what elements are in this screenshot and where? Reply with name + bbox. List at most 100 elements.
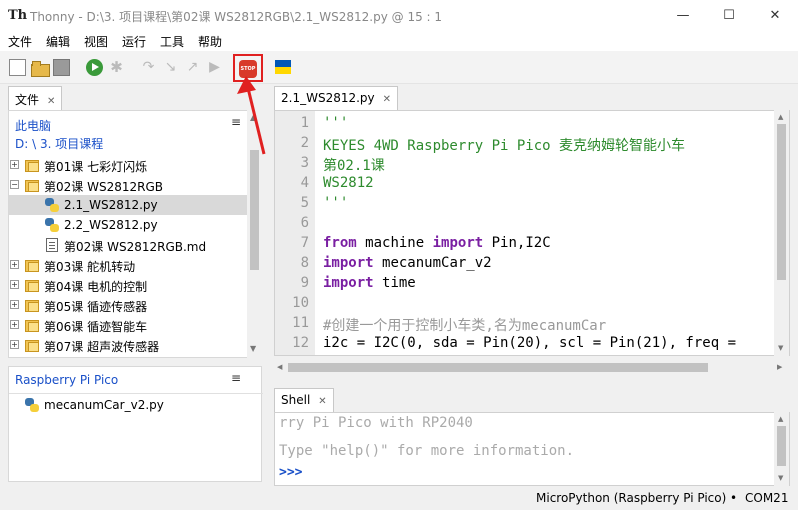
save-icon[interactable] <box>53 59 70 76</box>
tree-item[interactable]: + 第07课 超声波传感器 <box>9 335 247 355</box>
scroll-down-icon[interactable]: ▼ <box>778 344 783 352</box>
shell-scrollbar[interactable]: ▲ ▼ <box>774 412 789 486</box>
line-number: 10 <box>292 295 309 311</box>
expand-icon[interactable]: + <box>10 160 19 169</box>
editor-vertical-scrollbar[interactable]: ▲ ▼ <box>774 110 789 356</box>
device-title[interactable]: Raspberry Pi Pico <box>15 373 118 387</box>
location-computer[interactable]: 此电脑 <box>15 117 51 134</box>
device-file-item[interactable]: mecanumCar_v2.py <box>9 395 247 415</box>
editor-horizontal-scrollbar[interactable]: ◀ ▶ <box>274 360 790 375</box>
editor-tab-strip: 2.1_WS2812.py ✕ <box>270 84 798 110</box>
line-number: 5 <box>300 195 309 211</box>
tab-files-label: 文件 <box>15 93 40 107</box>
expand-icon[interactable]: + <box>10 320 19 329</box>
tree-item-label: 第05课 循迹传感器 <box>44 300 148 314</box>
tab-files[interactable]: 文件 ✕ <box>8 86 63 110</box>
files-pane: 此电脑 D: \ 3. 项目课程 ≡ + 第01课 七彩灯闪烁 − 第02课 W… <box>8 110 262 358</box>
scroll-up-icon[interactable]: ▲ <box>778 113 783 121</box>
menu-help[interactable]: 帮助 <box>198 33 222 50</box>
close-icon[interactable]: ✕ <box>318 396 326 407</box>
scrollbar-thumb[interactable] <box>250 150 259 270</box>
tree-item-selected[interactable]: 2.1_WS2812.py <box>9 195 247 215</box>
code-line: import time <box>323 275 416 291</box>
menu-run[interactable]: 运行 <box>122 33 146 50</box>
folder-icon <box>25 158 39 172</box>
run-icon[interactable] <box>86 59 103 76</box>
tree-item[interactable]: + 第04课 电机的控制 <box>9 275 247 295</box>
shell-prompt[interactable]: >>> <box>279 465 302 480</box>
scroll-up-icon[interactable]: ▲ <box>250 113 256 122</box>
title-bar: Th Thonny - D:\3. 项目课程\第02课 WS2812RGB\2.… <box>0 0 798 31</box>
close-window-button[interactable]: ✕ <box>752 0 798 31</box>
scroll-up-icon[interactable]: ▲ <box>778 415 783 423</box>
location-path[interactable]: D: \ 3. 项目课程 <box>15 135 103 152</box>
step-over-icon[interactable]: ↷ <box>140 59 157 76</box>
line-number: 6 <box>300 215 309 231</box>
scroll-left-icon[interactable]: ◀ <box>277 363 282 371</box>
line-number: 8 <box>300 255 309 271</box>
line-number: 2 <box>300 135 309 151</box>
expand-icon[interactable]: + <box>10 260 19 269</box>
tree-item-label: 第04课 电机的控制 <box>44 280 148 294</box>
new-file-icon[interactable] <box>9 59 26 76</box>
close-icon[interactable]: ✕ <box>383 94 391 105</box>
tree-item-label: 第02课 WS2812RGB.md <box>64 240 207 254</box>
resume-icon[interactable]: ▶ <box>206 59 223 76</box>
tree-item-label: 2.1_WS2812.py <box>64 198 158 212</box>
step-out-icon[interactable]: ↗ <box>184 59 201 76</box>
tree-item-label: 第06课 循迹智能车 <box>44 320 148 334</box>
menu-view[interactable]: 视图 <box>84 33 108 50</box>
close-icon[interactable]: ✕ <box>47 96 55 107</box>
folder-icon <box>25 318 39 332</box>
tree-item[interactable]: − 第02课 WS2812RGB <box>9 175 247 195</box>
window-title: Thonny - D:\3. 项目课程\第02课 WS2812RGB\2.1_W… <box>30 10 443 24</box>
scrollbar-thumb[interactable] <box>288 363 708 372</box>
tree-item[interactable]: 第02课 WS2812RGB.md <box>9 235 247 255</box>
code-line: i2c = I2C(0, sda = Pin(20), scl = Pin(21… <box>323 335 737 351</box>
tree-item[interactable]: + 第01课 七彩灯闪烁 <box>9 155 247 175</box>
scroll-down-icon[interactable]: ▼ <box>250 344 256 353</box>
scrollbar-thumb[interactable] <box>777 124 786 280</box>
tree-item[interactable]: + 第06课 循迹智能车 <box>9 315 247 335</box>
shell-tab-strip: Shell ✕ <box>270 386 798 412</box>
minimize-button[interactable]: — <box>660 0 706 31</box>
expand-icon[interactable]: + <box>10 340 19 349</box>
collapse-icon[interactable]: − <box>10 180 19 189</box>
python-file-icon <box>25 398 39 412</box>
tree-item[interactable]: + 第03课 舵机转动 <box>9 255 247 275</box>
port-label[interactable]: COM21 <box>745 491 788 505</box>
interpreter-selector[interactable]: MicroPython (Raspberry Pi Pico) <box>536 491 726 505</box>
device-menu-icon[interactable]: ≡ <box>231 371 241 385</box>
expand-icon[interactable]: + <box>10 280 19 289</box>
menu-edit[interactable]: 编辑 <box>46 33 70 50</box>
tab-shell[interactable]: Shell ✕ <box>274 388 334 412</box>
code-line: ''' <box>323 195 349 211</box>
tree-item[interactable]: + 第05课 循迹传感器 <box>9 295 247 315</box>
tab-editor-file[interactable]: 2.1_WS2812.py ✕ <box>274 86 399 110</box>
line-number: 4 <box>300 175 309 191</box>
menu-bar: 文件 编辑 视图 运行 工具 帮助 <box>0 31 798 51</box>
markdown-file-icon <box>46 238 58 252</box>
ukraine-flag-icon[interactable] <box>275 60 291 74</box>
thonny-app-icon: Th <box>8 8 28 23</box>
code-line: import mecanumCar_v2 <box>323 255 492 271</box>
menu-file[interactable]: 文件 <box>8 33 32 50</box>
scroll-down-icon[interactable]: ▼ <box>778 474 783 482</box>
tree-item[interactable]: 2.2_WS2812.py <box>9 215 247 235</box>
code-editor[interactable]: 1 2 3 4 5 6 7 8 9 10 11 12 ''' KEYES 4WD… <box>274 110 790 356</box>
open-file-icon[interactable] <box>31 59 50 77</box>
device-files-pane: Raspberry Pi Pico ≡ mecanumCar_v2.py <box>8 366 263 482</box>
debug-icon[interactable]: ✱ <box>108 59 125 76</box>
scroll-right-icon[interactable]: ▶ <box>777 363 782 371</box>
expand-icon[interactable]: + <box>10 300 19 309</box>
editor-tab-label: 2.1_WS2812.py <box>281 91 375 105</box>
files-scrollbar[interactable]: ▲ ▼ <box>247 110 262 358</box>
maximize-button[interactable]: ☐ <box>706 0 752 31</box>
files-menu-icon[interactable]: ≡ <box>231 115 241 129</box>
shell-console[interactable]: rry Pi Pico with RP2040 Type "help()" fo… <box>274 412 790 486</box>
files-tab-strip: 文件 ✕ <box>0 84 266 110</box>
step-into-icon[interactable]: ↘ <box>162 59 179 76</box>
menu-tools[interactable]: 工具 <box>160 33 184 50</box>
scrollbar-thumb[interactable] <box>777 426 786 466</box>
folder-icon <box>25 178 39 192</box>
